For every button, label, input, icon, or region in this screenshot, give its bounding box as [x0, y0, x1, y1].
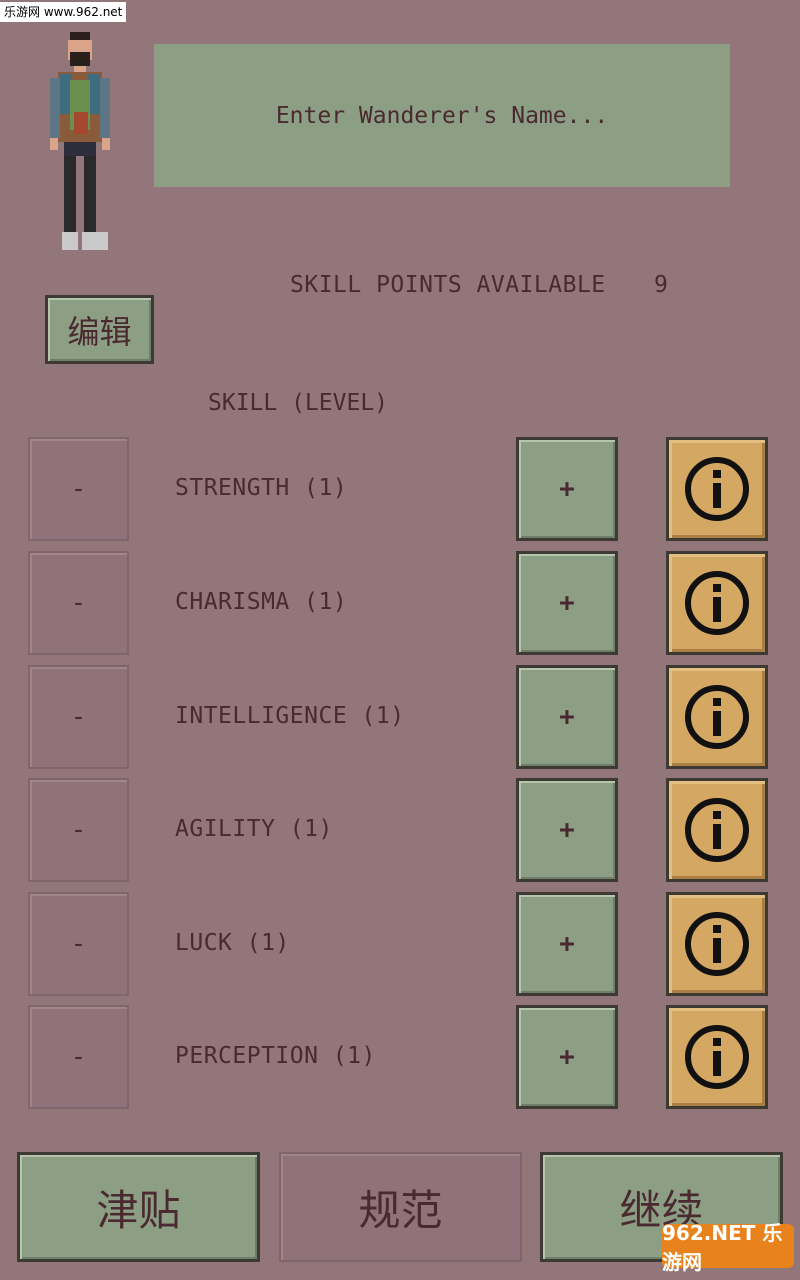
skill-name: INTELLIGENCE (1) [175, 703, 405, 729]
strength-info-button[interactable] [666, 437, 768, 541]
skill-name: PERCEPTION (1) [175, 1043, 376, 1069]
decrease-perception-button[interactable]: - [28, 1005, 129, 1109]
decrease-intelligence-button[interactable]: - [28, 665, 129, 769]
increase-perception-button[interactable]: + [516, 1005, 618, 1109]
increase-strength-button[interactable]: + [516, 437, 618, 541]
skill-row-strength: - STRENGTH (1) + [0, 437, 800, 541]
intelligence-info-button[interactable] [666, 665, 768, 769]
wanderer-name-input[interactable] [154, 44, 730, 187]
skill-name: AGILITY (1) [175, 816, 333, 842]
decrease-luck-button[interactable]: - [28, 892, 129, 996]
skill-name: LUCK (1) [175, 930, 290, 956]
specs-button[interactable]: 规范 [279, 1152, 522, 1262]
increase-luck-button[interactable]: + [516, 892, 618, 996]
skill-points-label: SKILL POINTS AVAILABLE [290, 272, 606, 298]
increase-agility-button[interactable]: + [516, 778, 618, 882]
skill-row-charisma: - CHARISMA (1) + [0, 551, 800, 655]
perception-info-button[interactable] [666, 1005, 768, 1109]
info-circle-icon [685, 912, 749, 976]
agility-info-button[interactable] [666, 778, 768, 882]
info-circle-icon [685, 571, 749, 635]
charisma-info-button[interactable] [666, 551, 768, 655]
skill-row-luck: - LUCK (1) + [0, 892, 800, 996]
skill-name: CHARISMA (1) [175, 589, 348, 615]
decrease-charisma-button[interactable]: - [28, 551, 129, 655]
skill-name: STRENGTH (1) [175, 475, 348, 501]
luck-info-button[interactable] [666, 892, 768, 996]
info-circle-icon [685, 798, 749, 862]
wanderer-avatar [50, 32, 110, 250]
site-logo: 962.NET 乐游网 [662, 1221, 794, 1274]
perks-button[interactable]: 津贴 [17, 1152, 260, 1262]
skill-row-perception: - PERCEPTION (1) + [0, 1005, 800, 1109]
skill-points-value: 9 [654, 272, 668, 298]
edit-button[interactable]: 编辑 [45, 295, 154, 364]
skill-level-header: SKILL (LEVEL) [208, 390, 389, 416]
increase-intelligence-button[interactable]: + [516, 665, 618, 769]
skill-row-agility: - AGILITY (1) + [0, 778, 800, 882]
increase-charisma-button[interactable]: + [516, 551, 618, 655]
watermark-label: 乐游网 www.962.net [0, 2, 127, 22]
info-circle-icon [685, 685, 749, 749]
skill-row-intelligence: - INTELLIGENCE (1) + [0, 665, 800, 769]
decrease-strength-button[interactable]: - [28, 437, 129, 541]
decrease-agility-button[interactable]: - [28, 778, 129, 882]
info-circle-icon [685, 1025, 749, 1089]
info-circle-icon [685, 457, 749, 521]
